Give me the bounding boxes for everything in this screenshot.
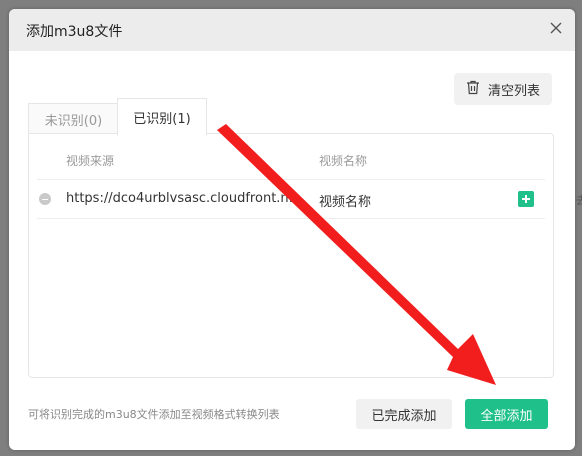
remove-row-icon[interactable]: [39, 193, 51, 205]
column-header-source: 视频来源: [66, 154, 115, 168]
done-adding-button[interactable]: 已完成添加: [356, 399, 452, 429]
row-video-name[interactable]: 视频名称: [319, 191, 371, 210]
trash-icon: [466, 80, 480, 99]
clear-list-label: 清空列表: [487, 83, 540, 99]
dialog-titlebar: 添加m3u8文件: [9, 9, 575, 51]
row-source-url: https://dco4urblvsasc.cloudfront.net/6f.…: [66, 191, 306, 206]
add-row-icon[interactable]: [518, 191, 534, 207]
tab-recognized[interactable]: 已识别(1): [117, 98, 207, 136]
table-row: https://dco4urblvsasc.cloudfront.net/6f.…: [37, 179, 545, 219]
dialog-title: 添加m3u8文件: [26, 24, 123, 40]
clear-list-button[interactable]: 清空列表: [454, 73, 552, 105]
recognized-list-panel: 视频来源 视频名称 https://dco4urblvsasc.cloudfro…: [28, 133, 554, 378]
close-icon[interactable]: [546, 18, 566, 38]
background-glyph: 去: [576, 194, 582, 207]
column-header-name: 视频名称: [319, 154, 368, 168]
add-all-button[interactable]: 全部添加: [465, 399, 548, 429]
tab-unrecognized[interactable]: 未识别(0): [28, 103, 119, 134]
add-m3u8-dialog: 添加m3u8文件 清空列表 未识别(0) 已识别(1) 视频来源 视频名称 ht…: [9, 9, 575, 450]
table-header: 视频来源 视频名称: [37, 142, 545, 178]
footer-hint: 可将识别完成的m3u8文件添加至视频格式转换列表: [28, 408, 280, 421]
